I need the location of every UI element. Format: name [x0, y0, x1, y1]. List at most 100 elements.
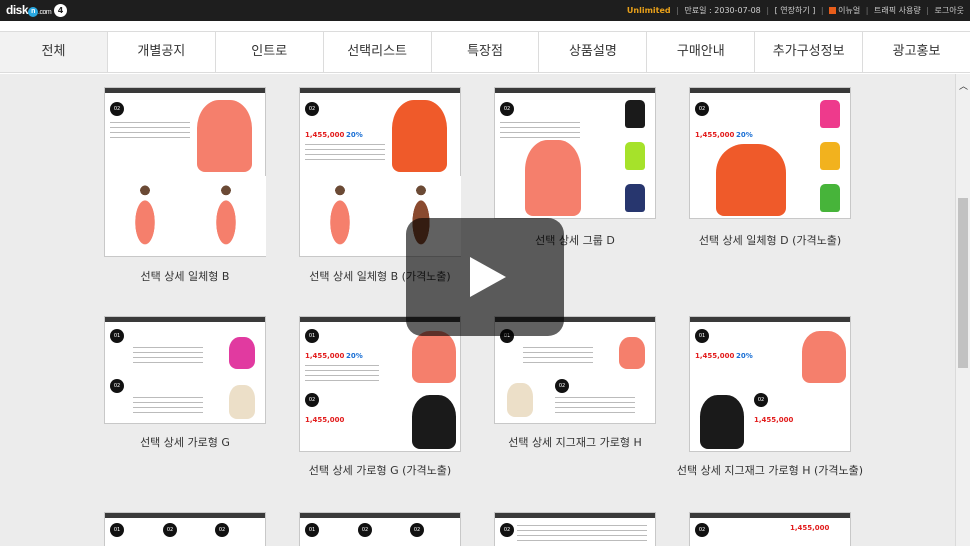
expiry-date: 만료일 : 2030-07-08	[684, 6, 761, 15]
option-number: 02	[163, 523, 177, 537]
model-photo	[507, 383, 533, 417]
template-card[interactable]: 01 02 02	[104, 512, 266, 546]
sale-price: 1,455,000	[754, 416, 794, 424]
logo[interactable]: disk n .com	[6, 3, 52, 17]
logout-link[interactable]: 로그아웃	[935, 6, 964, 15]
sale-price: 1,455,000	[305, 352, 345, 360]
extend-link[interactable]: [ 연장하기 ]	[775, 6, 816, 15]
model-photo	[412, 331, 456, 383]
discount-percent: 20%	[736, 131, 753, 139]
text-lines	[555, 397, 635, 415]
card-header-bar	[495, 88, 655, 93]
option-item: 02	[410, 523, 427, 537]
model-photo	[197, 100, 252, 172]
option-number: 02	[555, 379, 569, 393]
category-tabs: 전체 개별공지 인트로 선택리스트 특장점 상품설명 구매안내 추가구성정보 광…	[0, 31, 970, 73]
option-number: 02	[410, 523, 424, 537]
text-lines	[305, 365, 379, 383]
top-bar: disk n .com 4 Unlimited | 만료일 : 2030-07-08…	[0, 0, 970, 21]
tab-advertising[interactable]: 광고홍보	[863, 32, 970, 72]
option-item: 02	[358, 523, 375, 537]
option-number: 02	[500, 523, 514, 537]
tab-extra-info[interactable]: 추가구성정보	[755, 32, 864, 72]
sale-price: 1,455,000	[305, 131, 345, 139]
template-card[interactable]: 02	[494, 512, 656, 546]
price-line: 1,455,000 20%	[695, 132, 753, 139]
price-line: 1,455,000	[305, 417, 344, 424]
model-photo	[229, 385, 255, 419]
option-item: 02	[163, 523, 180, 537]
template-card[interactable]: 01 1,455,000 20% 02 1,455,000	[299, 316, 461, 452]
template-card[interactable]: 02 1,455,000	[689, 512, 851, 546]
traffic-link[interactable]: 트래픽 사용량	[874, 6, 921, 15]
discount-percent: 20%	[346, 131, 363, 139]
template-card[interactable]: 02 1,455,000 20%	[689, 87, 851, 219]
tab-select-list[interactable]: 선택리스트	[324, 32, 432, 72]
option-item: 02	[695, 523, 712, 537]
tab-all[interactable]: 전체	[0, 32, 108, 72]
option-number: 02	[305, 102, 319, 116]
divider: |	[676, 6, 679, 15]
option-item: 02	[110, 379, 127, 393]
product-swatch	[820, 142, 840, 170]
option-number: 01	[110, 523, 124, 537]
template-card[interactable]: 02	[104, 87, 266, 257]
card-header-bar	[690, 88, 850, 93]
card-caption: 선택 상세 지그재그 가로형 H	[508, 436, 642, 449]
sale-price: 1,455,000	[305, 416, 345, 424]
logo-badge: 4	[54, 4, 67, 17]
template-card[interactable]: 02	[494, 87, 656, 219]
tab-product-desc[interactable]: 상품설명	[539, 32, 648, 72]
card-header-bar	[300, 513, 460, 518]
option-number: 02	[500, 102, 514, 116]
divider: |	[926, 6, 929, 15]
sale-price: 1,455,000	[695, 352, 735, 360]
scrollbar-thumb[interactable]	[958, 198, 968, 368]
chevron-up-icon[interactable]: ︿	[956, 82, 970, 92]
card-header-bar	[690, 513, 850, 518]
top-right-menu: Unlimited | 만료일 : 2030-07-08 | [ 연장하기 ] …	[627, 5, 964, 16]
vertical-scrollbar[interactable]: ︿	[955, 74, 970, 546]
option-item: 01	[110, 523, 127, 537]
option-number: 02	[358, 523, 372, 537]
tab-notice[interactable]: 개별공지	[108, 32, 216, 72]
model-photo	[105, 176, 185, 256]
option-number: 02	[110, 379, 124, 393]
product-swatch	[820, 184, 840, 212]
divider: |	[820, 6, 824, 15]
sale-price: 1,455,000	[790, 524, 830, 532]
model-photo	[300, 176, 380, 256]
product-swatch	[820, 100, 840, 128]
template-card[interactable]: 01 02 02	[299, 512, 461, 546]
template-card[interactable]: 01 1,455,000 20% 02 1,455,000	[689, 316, 851, 452]
option-item: 02	[555, 379, 572, 393]
news-link[interactable]: 이뉴얼	[838, 6, 860, 15]
photo-row	[105, 176, 266, 256]
card-header-bar	[690, 317, 850, 322]
card-caption: 선택 상세 지그재그 가로형 H (가격노출)	[676, 464, 864, 477]
template-card[interactable]: 01 02	[104, 316, 266, 424]
discount-percent: 20%	[736, 352, 753, 360]
product-swatch	[625, 184, 645, 212]
tab-purchase-guide[interactable]: 구매안내	[647, 32, 756, 72]
price-line: 1,455,000	[790, 525, 829, 532]
option-number: 01	[695, 329, 709, 343]
play-icon	[470, 257, 506, 297]
tab-features[interactable]: 특장점	[432, 32, 540, 72]
price-line: 1,455,000 20%	[305, 132, 363, 139]
logo-domain: .com	[38, 9, 52, 16]
option-item: 02	[305, 393, 322, 407]
product-swatch	[625, 142, 645, 170]
card-header-bar	[105, 513, 265, 518]
card-header-bar	[105, 88, 265, 93]
tab-intro[interactable]: 인트로	[216, 32, 324, 72]
model-photo	[700, 395, 744, 449]
option-item: 01	[695, 329, 712, 343]
play-button[interactable]	[406, 218, 564, 336]
option-item: 02	[500, 523, 517, 537]
discount-percent: 20%	[346, 352, 363, 360]
price-line: 1,455,000 20%	[305, 353, 363, 360]
product-swatch	[625, 100, 645, 128]
text-lines	[523, 347, 593, 365]
news-icon	[829, 7, 837, 14]
